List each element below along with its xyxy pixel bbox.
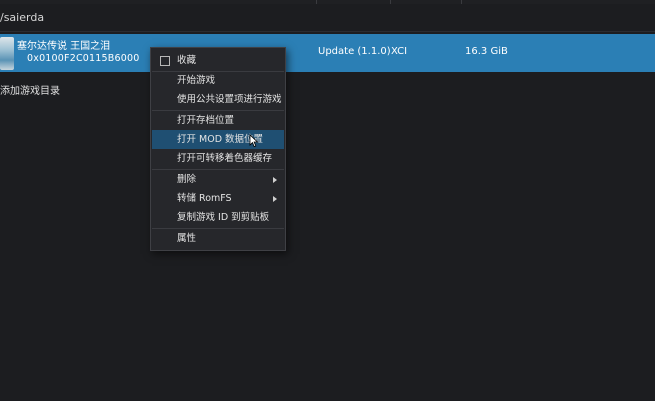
divider — [0, 31, 655, 32]
submenu-arrow-icon — [273, 177, 277, 183]
game-format: XCI — [391, 46, 408, 57]
menu-item-label: 属性 — [177, 233, 197, 244]
column-separator — [461, 0, 462, 4]
add-game-directory[interactable]: 添加游戏目录 — [0, 82, 60, 97]
game-size: 16.3 GiB — [465, 46, 508, 57]
submenu-arrow-icon — [273, 196, 277, 202]
game-id: 0x0100F2C0115B6000 — [27, 53, 140, 64]
game-version: Update (1.1.0) — [318, 46, 391, 57]
column-separator — [390, 0, 391, 4]
menu-item-delete[interactable]: 删除 — [152, 170, 284, 189]
game-icon — [0, 37, 14, 70]
menu-item-label: 打开存档位置 — [177, 115, 235, 126]
menu-item-label: 删除 — [177, 174, 197, 185]
menu-item-label: 使用公共设置项进行游戏 — [177, 94, 282, 105]
menu-item-properties[interactable]: 属性 — [152, 229, 284, 248]
mouse-cursor-icon — [249, 134, 259, 148]
menu-item-label: 打开可转移着色器缓存 — [177, 153, 273, 164]
game-directory-path: /saierda — [0, 11, 45, 24]
menu-item-dump-romfs[interactable]: 转储 RomFS — [152, 189, 284, 208]
menu-item-start-global-config[interactable]: 使用公共设置项进行游戏 — [152, 90, 284, 109]
menu-item-label: 收藏 — [177, 55, 197, 66]
context-menu: 收藏 开始游戏 使用公共设置项进行游戏 打开存档位置 打开 MOD 数据位置 打… — [150, 47, 286, 251]
menu-item-label: 复制游戏 ID 到剪贴板 — [177, 212, 270, 223]
menu-item-favorite[interactable]: 收藏 — [152, 51, 284, 70]
checkbox-icon[interactable] — [160, 56, 170, 66]
menu-item-label: 转储 RomFS — [177, 193, 232, 204]
menu-item-copy-id[interactable]: 复制游戏 ID 到剪贴板 — [152, 208, 284, 227]
app-window: /saierda 塞尔达传说 王国之泪 0x0100F2C0115B6000 U… — [0, 0, 655, 401]
menu-item-label: 开始游戏 — [177, 75, 216, 86]
top-header — [0, 0, 655, 4]
menu-item-start-game[interactable]: 开始游戏 — [152, 71, 284, 90]
game-title: 塞尔达传说 王国之泪 — [17, 41, 111, 52]
menu-item-open-save[interactable]: 打开存档位置 — [152, 111, 284, 130]
menu-item-open-shader-cache[interactable]: 打开可转移着色器缓存 — [152, 149, 284, 168]
column-separator — [316, 0, 317, 4]
game-list-row[interactable]: 塞尔达传说 王国之泪 0x0100F2C0115B6000 Update (1.… — [0, 34, 655, 72]
menu-item-open-mod[interactable]: 打开 MOD 数据位置 — [152, 130, 284, 149]
